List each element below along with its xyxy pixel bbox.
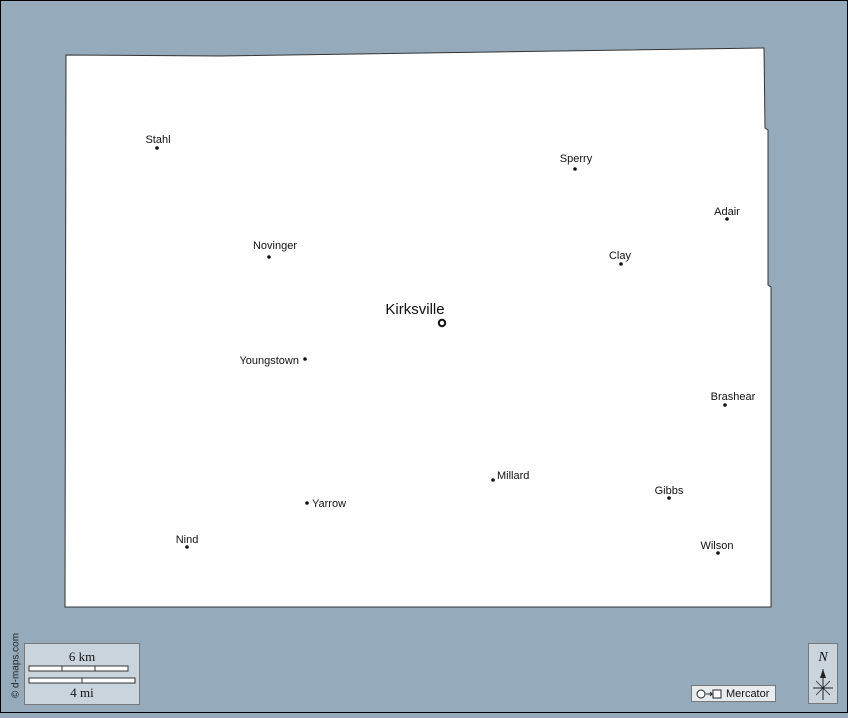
town-marker-stahl bbox=[155, 146, 159, 150]
place-label-brashear: Brashear bbox=[711, 391, 756, 403]
town-marker-novinger bbox=[267, 255, 271, 259]
town-marker-brashear bbox=[723, 403, 727, 407]
place-label-stahl: Stahl bbox=[145, 134, 170, 146]
county-shape bbox=[64, 47, 772, 608]
north-label: N bbox=[818, 650, 828, 665]
place-label-novinger: Novinger bbox=[253, 240, 297, 252]
town-marker-yarrow bbox=[305, 501, 309, 505]
town-marker-millard bbox=[491, 478, 495, 482]
place-label-gibbs: Gibbs bbox=[655, 485, 684, 497]
town-marker-youngstown bbox=[303, 357, 307, 361]
place-label-kirksville: Kirksville bbox=[385, 301, 444, 318]
map-canvas: Stahl Sperry Adair Novinger Clay Kirksville Yo… bbox=[64, 47, 772, 608]
north-arrow: N bbox=[808, 643, 838, 704]
place-label-wilson: Wilson bbox=[700, 540, 733, 552]
circle-to-square-icon bbox=[696, 689, 722, 698]
projection-badge: Mercator bbox=[691, 685, 776, 702]
place-label-nind: Nind bbox=[176, 534, 199, 546]
projection-label: Mercator bbox=[726, 687, 770, 700]
county-seat-marker-kirksville bbox=[437, 318, 447, 328]
place-label-sperry: Sperry bbox=[560, 153, 593, 165]
place-label-yarrow: Yarrow bbox=[312, 498, 346, 510]
place-label-adair: Adair bbox=[714, 206, 740, 218]
town-marker-sperry bbox=[573, 167, 577, 171]
credit-text: © d-maps.com bbox=[10, 632, 22, 699]
place-label-youngstown: Youngstown bbox=[239, 355, 299, 367]
place-label-millard: Millard bbox=[497, 470, 529, 482]
scale-bar: 6 km 4 mi bbox=[24, 643, 140, 705]
town-marker-clay bbox=[619, 262, 623, 266]
map-view: Stahl Sperry Adair Novinger Clay Kirksville Yo… bbox=[0, 0, 848, 713]
scale-mi-label: 4 mi bbox=[70, 685, 94, 700]
place-label-clay: Clay bbox=[609, 250, 632, 262]
